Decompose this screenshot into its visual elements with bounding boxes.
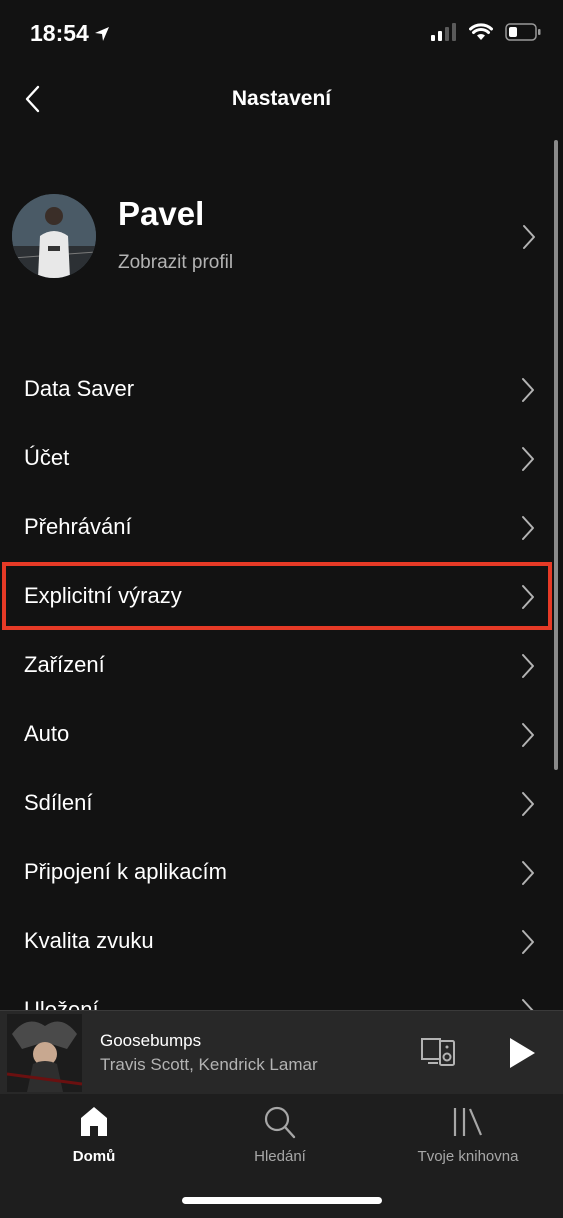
settings-list[interactable]: Pavel Zobrazit profil Data Saver Účet Př… (0, 132, 563, 1010)
chevron-right-icon (523, 225, 535, 249)
menu-item-storage[interactable]: Uložení (0, 980, 563, 1010)
battery-icon (505, 23, 541, 41)
wifi-icon (469, 23, 493, 40)
menu-item-social[interactable]: Sdílení (0, 773, 563, 835)
menu-item-label: Sdílení (24, 790, 93, 815)
menu-item-label: Přehrávání (24, 514, 132, 539)
chevron-right-icon (522, 999, 534, 1010)
signal-icon (431, 23, 456, 41)
menu-item-account[interactable]: Účet (0, 428, 563, 490)
menu-item-data-saver[interactable]: Data Saver (0, 359, 563, 421)
avatar (12, 194, 96, 278)
home-indicator (182, 1197, 382, 1204)
status-time: 18:54 (30, 20, 89, 46)
track-title: Goosebumps (100, 1031, 202, 1050)
play-icon[interactable] (505, 1035, 539, 1071)
scrollbar[interactable] (554, 140, 558, 770)
chevron-right-icon (522, 723, 534, 747)
home-icon (81, 1107, 107, 1136)
menu-item-car[interactable]: Auto (0, 704, 563, 766)
chevron-right-icon (522, 378, 534, 402)
tab-home[interactable]: Domů (24, 1104, 164, 1174)
chevron-right-icon (522, 792, 534, 816)
view-profile-link[interactable]: Zobrazit profil (118, 252, 233, 274)
menu-item-label: Uložení (24, 997, 99, 1010)
profile-row[interactable]: Pavel Zobrazit profil (0, 190, 563, 286)
page-title: Nastavení (231, 87, 332, 110)
profile-name: Pavel (118, 195, 205, 232)
tab-library[interactable]: Tvoje knihovna (398, 1104, 538, 1174)
menu-item-label: Účet (24, 445, 70, 470)
tab-search[interactable]: Hledání (210, 1104, 350, 1174)
status-bar: 18:54 (0, 0, 563, 66)
status-indicators (431, 23, 541, 41)
avatar-photo (12, 194, 96, 278)
chevron-right-icon (522, 930, 534, 954)
menu-item-connected-apps[interactable]: Připojení k aplikacím (0, 842, 563, 904)
menu-item-audio-quality[interactable]: Kvalita zvuku (0, 911, 563, 973)
menu-item-label: Auto (24, 721, 70, 746)
tab-label: Domů (72, 1148, 116, 1165)
album-art-image (7, 1014, 82, 1092)
mini-player[interactable]: Goosebumps Travis Scott, Kendrick Lamar (0, 1010, 563, 1094)
menu-item-label: Kvalita zvuku (24, 928, 154, 953)
tab-label: Hledání (254, 1148, 306, 1165)
chevron-right-icon (522, 861, 534, 885)
location-arrow-icon (95, 27, 109, 41)
chevron-right-icon (522, 447, 534, 471)
album-art (7, 1014, 82, 1092)
menu-item-label: Data Saver (24, 376, 135, 401)
menu-item-devices[interactable]: Zařízení (0, 635, 563, 697)
highlight-box (2, 562, 552, 630)
nav-bar: Nastavení (0, 66, 563, 132)
devices-icon[interactable] (420, 1037, 456, 1069)
search-icon (264, 1106, 296, 1139)
menu-item-label: Zařízení (24, 652, 105, 677)
chevron-right-icon (522, 516, 534, 540)
menu-item-playback[interactable]: Přehrávání (0, 497, 563, 559)
menu-item-label: Připojení k aplikacím (24, 859, 227, 884)
track-artist: Travis Scott, Kendrick Lamar (100, 1055, 318, 1074)
tab-label: Tvoje knihovna (417, 1148, 519, 1165)
library-icon (453, 1108, 483, 1136)
chevron-right-icon (522, 654, 534, 678)
